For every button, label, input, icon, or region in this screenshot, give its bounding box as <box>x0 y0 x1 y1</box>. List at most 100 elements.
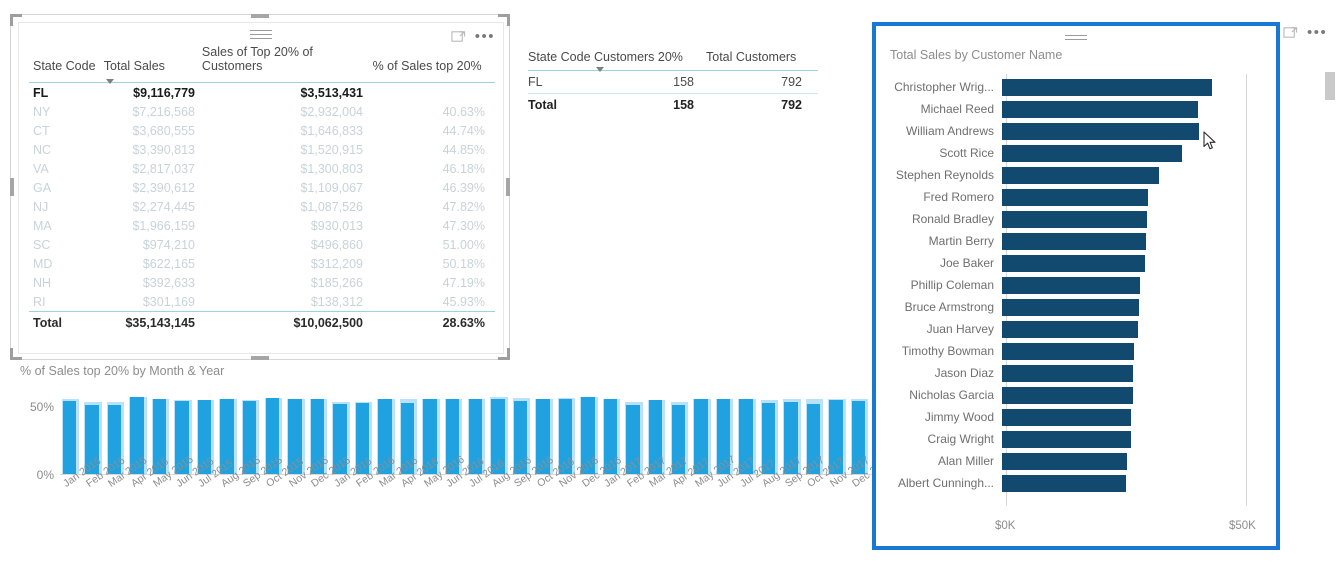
col-header-pct-top20[interactable]: % of Sales top 20% <box>363 59 495 75</box>
cell-total-sales: $7,216,568 <box>132 104 195 119</box>
bar-category-label: Timothy Bowman <box>901 344 994 358</box>
more-options-icon-2[interactable]: ••• <box>1307 25 1327 40</box>
focus-mode-icon-2[interactable] <box>1283 25 1298 40</box>
customers-total-20: 158 <box>673 98 694 112</box>
table-row[interactable]: NJ $2,274,445 $1,087,526 47.82% <box>29 197 495 216</box>
bar-value[interactable] <box>1002 298 1140 316</box>
bar-value[interactable] <box>1002 78 1213 96</box>
cell-top20-sales: $1,300,803 <box>300 161 363 176</box>
cell-total-sales: $3,390,813 <box>132 142 195 157</box>
bar-category-label: Alan Miller <box>937 454 994 468</box>
bar-chart-tick-labels: $0K $50K <box>876 512 1276 538</box>
table-row[interactable]: GA $2,390,612 $1,109,067 46.39% <box>29 178 495 197</box>
bar-chart-row[interactable]: Jimmy Wood <box>876 406 1276 428</box>
table-row[interactable]: FL 158 792 <box>528 71 818 94</box>
bar-value[interactable] <box>1002 364 1134 382</box>
col-header-top20-sales[interactable]: Sales of Top 20% of Customers <box>188 45 363 75</box>
resize-handle-bottom[interactable] <box>251 356 269 360</box>
more-options-icon[interactable]: ••• <box>475 29 495 44</box>
cell-pct-text: 46.18% <box>442 161 485 176</box>
total-pct: 28.63% <box>442 316 485 330</box>
bar-value[interactable] <box>1002 408 1131 426</box>
bar-chart-row[interactable]: Juan Harvey <box>876 318 1276 340</box>
bar-category-label: Juan Harvey <box>926 322 994 336</box>
cell-total-sales: $3,680,555 <box>132 123 195 138</box>
bar-chart-row[interactable]: Jason Diaz <box>876 362 1276 384</box>
table-row[interactable]: VA $2,817,037 $1,300,803 46.18% <box>29 159 495 178</box>
table-row[interactable]: RI $301,169 $138,312 45.93% <box>29 292 495 311</box>
resize-handle-left[interactable] <box>10 178 14 196</box>
col-header-state-code[interactable]: State Code <box>29 59 104 75</box>
resize-handle-top[interactable] <box>251 14 269 18</box>
right-visual-header-actions[interactable]: ••• <box>1283 25 1327 40</box>
pct-sales-by-month-visual[interactable]: % of Sales top 20% by Month & Year 50% 0… <box>14 364 894 564</box>
drag-grip-icon-2[interactable] <box>1065 35 1087 43</box>
matrix-body: FL $9,116,779 $3,513,431 38.54% NY $7,216,568… <box>29 83 495 311</box>
visual-header-actions[interactable]: ••• <box>451 23 503 44</box>
bar-chart-row[interactable]: Bruce Armstrong <box>876 296 1276 318</box>
bar-value[interactable] <box>1002 276 1140 294</box>
bar-chart-row[interactable]: Martin Berry <box>876 230 1276 252</box>
cell-top20-sales: $312,209 <box>310 256 363 271</box>
drag-grip-icon[interactable] <box>250 30 272 42</box>
table-row[interactable]: CT $3,680,555 $1,646,833 44.74% <box>29 121 495 140</box>
state-sales-matrix-visual[interactable]: ••• State Code Total Sales Sales of Top … <box>18 22 504 354</box>
bar-chart-row[interactable]: Alan Miller <box>876 450 1276 472</box>
table-row[interactable]: FL $9,116,779 $3,513,431 38.54% <box>29 83 495 102</box>
table-row[interactable]: NC $3,390,813 $1,520,915 44.85% <box>29 140 495 159</box>
bar-value[interactable] <box>1002 342 1135 360</box>
cell-total-sales: $301,169 <box>142 294 195 309</box>
bar-value[interactable] <box>1002 430 1131 448</box>
column-chart-title: % of Sales top 20% by Month & Year <box>20 364 225 378</box>
matrix-total-row: Total $35,143,145 $10,062,500 28.63% <box>29 311 495 334</box>
col-header-customers-20[interactable]: Customers 20% <box>594 50 694 72</box>
focus-mode-icon[interactable] <box>451 29 466 44</box>
bar-chart-row[interactable]: Albert Cunningh... <box>876 472 1276 494</box>
total-sales-by-customer-visual[interactable]: Total Sales by Customer Name Christopher… <box>872 22 1280 550</box>
bar-value[interactable] <box>1002 144 1182 162</box>
page-scrollbar[interactable] <box>1325 44 1335 514</box>
table-row[interactable]: NH $392,633 $185,266 47.19% <box>29 273 495 292</box>
bar-value[interactable] <box>1002 166 1160 184</box>
cell-top20-sales: $1,646,833 <box>300 123 363 138</box>
bar-chart-row[interactable]: Phillip Coleman <box>876 274 1276 296</box>
bar-chart-row[interactable]: Timothy Bowman <box>876 340 1276 362</box>
col-header-state-code-2[interactable]: State Code <box>528 50 594 64</box>
bar-value[interactable] <box>1002 188 1148 206</box>
table-row[interactable]: MA $1,966,159 $930,013 47.30% <box>29 216 495 235</box>
table-row[interactable]: MD $622,165 $312,209 50.18% <box>29 254 495 273</box>
bar-value[interactable] <box>1002 232 1146 250</box>
bar-value[interactable] <box>1002 386 1133 404</box>
bar-value[interactable] <box>1002 320 1138 338</box>
page-scrollbar-thumb[interactable] <box>1325 72 1335 100</box>
bar-chart-row[interactable]: Fred Romero <box>876 186 1276 208</box>
customers-matrix-visual[interactable]: State Code Customers 20% Total Customers… <box>528 40 818 120</box>
table-row[interactable]: SC $974,210 $496,860 51.00% <box>29 235 495 254</box>
bar-chart-row[interactable]: Michael Reed <box>876 98 1276 120</box>
x-axis-tick-50k: $50K <box>1229 520 1256 532</box>
customers-total-row: Total 158 792 <box>528 94 818 116</box>
bar-value[interactable] <box>1002 452 1128 470</box>
table-row[interactable]: NY $7,216,568 $2,932,004 40.63% <box>29 102 495 121</box>
bar-value[interactable] <box>1002 474 1127 492</box>
resize-handle-right[interactable] <box>506 178 510 196</box>
cell-total-sales: $1,966,159 <box>132 218 195 233</box>
customers-body: FL 158 792 <box>528 71 818 94</box>
col-header-total-customers[interactable]: Total Customers <box>694 50 814 64</box>
bar-value[interactable] <box>1002 100 1198 118</box>
col-header-total-sales[interactable]: Total Sales <box>104 59 188 84</box>
cell-top20-sales: $496,860 <box>310 237 363 252</box>
bar-chart-row[interactable]: Joe Baker <box>876 252 1276 274</box>
column-bar[interactable] <box>61 392 80 474</box>
bar-chart-row[interactable]: Craig Wright <box>876 428 1276 450</box>
bar-value[interactable] <box>1002 254 1146 272</box>
bar-chart-row[interactable]: Stephen Reynolds <box>876 164 1276 186</box>
bar-value[interactable] <box>1002 122 1199 140</box>
bar-chart-row[interactable]: Christopher Wrig... <box>876 76 1276 98</box>
bar-category-label: Craig Wright <box>927 432 994 446</box>
bar-chart-row[interactable]: Nicholas Garcia <box>876 384 1276 406</box>
cell-state-code: GA <box>33 180 52 195</box>
bar-value[interactable] <box>1002 210 1148 228</box>
cell-pct-text: 46.39% <box>442 180 485 195</box>
bar-chart-row[interactable]: Ronald Bradley <box>876 208 1276 230</box>
